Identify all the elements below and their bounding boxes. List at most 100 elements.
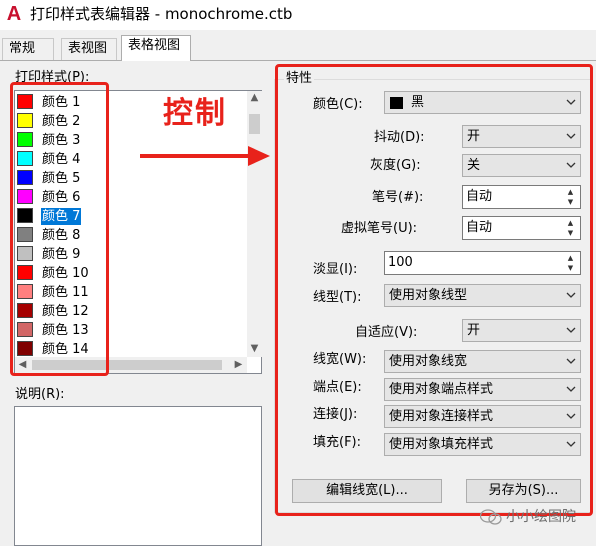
color-label: 颜色(C): [313, 97, 363, 112]
plot-style-list-item[interactable]: 颜色 10 [15, 264, 241, 283]
color-swatch-icon [17, 170, 33, 185]
plot-style-list-item[interactable]: 颜色 6 [15, 188, 241, 207]
spin-down-icon[interactable]: ▼ [562, 197, 579, 207]
chevron-down-icon [566, 162, 576, 168]
line-join-combo[interactable]: 使用对象连接样式 [384, 405, 581, 428]
title-bar: A 打印样式表编辑器 - monochrome.ctb [0, 0, 596, 30]
fill-value: 使用对象填充样式 [389, 437, 494, 452]
save-as-button[interactable]: 另存为(S)... [466, 479, 581, 503]
plot-style-label: 颜色 13 [42, 323, 89, 338]
plot-style-label: 颜色 4 [42, 152, 81, 167]
screening-value: 100 [388, 255, 413, 270]
chevron-down-icon [566, 133, 576, 139]
tab-form-view[interactable]: 表格视图 [121, 35, 191, 61]
spin-down-icon[interactable]: ▼ [562, 228, 579, 238]
plot-style-label: 颜色 6 [42, 190, 81, 205]
plot-style-label: 颜色 9 [42, 247, 81, 262]
color-combo[interactable]: 黑 [384, 91, 581, 114]
virtual-pen-value: 自动 [466, 220, 493, 235]
color-swatch-icon [390, 97, 403, 109]
color-swatch-icon [17, 341, 33, 356]
list-vertical-scrollbar[interactable]: ▲ ▼ [247, 91, 262, 357]
pen-number-label: 笔号(#): [372, 190, 424, 205]
plot-style-label: 颜色 12 [42, 304, 89, 319]
spin-up-icon[interactable]: ▲ [562, 187, 579, 197]
plot-style-label: 颜色 3 [42, 133, 81, 148]
tab-table-view[interactable]: 表视图 [61, 38, 117, 60]
chevron-down-icon [566, 99, 576, 105]
plot-style-label: 颜色 5 [42, 171, 81, 186]
scroll-up-arrow-icon[interactable]: ▲ [247, 91, 262, 106]
edit-lineweights-button[interactable]: 编辑线宽(L)... [292, 479, 442, 503]
scroll-left-arrow-icon[interactable]: ◀ [15, 358, 30, 372]
scroll-down-arrow-icon[interactable]: ▼ [247, 342, 262, 357]
plot-style-label: 颜色 2 [42, 114, 81, 129]
annotation-arrow [140, 146, 270, 166]
spin-up-icon[interactable]: ▲ [562, 218, 579, 228]
grayscale-label: 灰度(G): [370, 158, 421, 173]
line-end-value: 使用对象端点样式 [389, 382, 494, 397]
dither-combo[interactable]: 开 [462, 125, 581, 148]
plot-style-label: 颜色 1 [42, 95, 81, 110]
screening-spinner[interactable]: 100 ▲ ▼ [384, 251, 581, 275]
chevron-down-icon [566, 413, 576, 419]
tab-general[interactable]: 常规 [2, 38, 54, 60]
color-swatch-icon [17, 322, 33, 337]
plot-style-label: 颜色 11 [42, 285, 89, 300]
plot-style-list-item[interactable]: 颜色 9 [15, 245, 241, 264]
line-end-combo[interactable]: 使用对象端点样式 [384, 378, 581, 401]
properties-group-label: 特性 [284, 71, 315, 87]
plot-style-list-item[interactable]: 颜色 7 [15, 207, 241, 226]
linetype-value: 使用对象线型 [389, 288, 468, 303]
color-swatch-icon [17, 94, 33, 109]
plot-style-label: 颜色 7 [41, 208, 82, 225]
plot-style-list-item[interactable]: 颜色 11 [15, 283, 241, 302]
color-swatch-icon [17, 246, 33, 261]
color-swatch-icon [17, 265, 33, 280]
dither-value: 开 [467, 129, 481, 144]
color-swatch-icon [17, 113, 33, 128]
plot-style-list-item[interactable]: 颜色 8 [15, 226, 241, 245]
adaptive-combo[interactable]: 开 [462, 319, 581, 342]
spin-up-icon[interactable]: ▲ [562, 253, 579, 263]
color-swatch-icon [17, 208, 33, 223]
virtual-pen-spinner[interactable]: 自动 ▲ ▼ [462, 216, 581, 240]
chevron-down-icon [566, 441, 576, 447]
line-join-label: 连接(J): [313, 407, 358, 422]
color-swatch-icon [17, 151, 33, 166]
color-swatch-icon [17, 303, 33, 318]
grayscale-combo[interactable]: 关 [462, 154, 581, 177]
fill-combo[interactable]: 使用对象填充样式 [384, 433, 581, 456]
dither-label: 抖动(D): [374, 130, 425, 145]
adaptive-value: 开 [467, 323, 481, 338]
pen-number-spinner[interactable]: 自动 ▲ ▼ [462, 185, 581, 209]
horizontal-scroll-thumb[interactable] [32, 360, 222, 370]
scroll-thumb[interactable] [249, 114, 260, 134]
chevron-down-icon [566, 386, 576, 392]
screening-label: 淡显(I): [313, 262, 358, 277]
color-swatch-icon [17, 284, 33, 299]
annotation-text: 控制 [163, 96, 227, 131]
line-end-label: 端点(E): [313, 380, 362, 395]
spin-down-icon[interactable]: ▼ [562, 263, 579, 273]
scroll-right-arrow-icon[interactable]: ▶ [231, 358, 246, 372]
pen-number-value: 自动 [466, 189, 493, 204]
plot-style-list-item[interactable]: 颜色 13 [15, 321, 241, 340]
plot-style-list-item[interactable]: 颜色 5 [15, 169, 241, 188]
watermark-text: 小小绘图院 [506, 509, 576, 525]
linetype-combo[interactable]: 使用对象线型 [384, 284, 581, 307]
color-value: 黑 [411, 95, 425, 110]
plot-styles-listbox[interactable]: 颜色 1 颜色 2 颜色 3 颜色 4 颜色 5 颜色 6 颜色 7 颜色 8 颜色 9 颜色 1… [14, 90, 262, 374]
lineweight-label: 线宽(W): [313, 352, 367, 367]
plot-style-list-item[interactable]: 颜色 12 [15, 302, 241, 321]
window-title: 打印样式表编辑器 - monochrome.ctb [30, 5, 293, 23]
description-textarea[interactable] [14, 406, 262, 546]
plot-style-label: 颜色 14 [42, 342, 89, 357]
grayscale-value: 关 [467, 158, 481, 173]
color-swatch-icon [17, 132, 33, 147]
list-horizontal-scrollbar[interactable]: ◀ ▶ [15, 357, 247, 373]
plot-style-label: 颜色 10 [42, 266, 89, 281]
lineweight-combo[interactable]: 使用对象线宽 [384, 350, 581, 373]
chevron-down-icon [566, 358, 576, 364]
autocad-app-icon: A [6, 3, 22, 25]
